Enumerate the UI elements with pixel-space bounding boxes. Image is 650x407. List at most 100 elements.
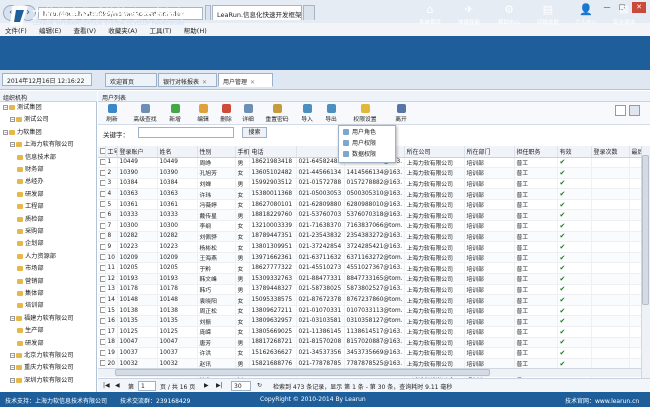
tab-bank-report[interactable]: 银行对帐报表 ✕: [158, 73, 217, 87]
tree-node[interactable]: − 重庆力软有限公司: [10, 363, 74, 372]
tree-toggle-icon[interactable]: −: [10, 365, 15, 371]
toolbar-button[interactable]: 离开: [392, 104, 410, 124]
table-row[interactable]: 11 10205 10205 于黔女 18627777322 021-45510273 45…: [98, 262, 641, 275]
navigation-button[interactable]: ✈ 快捷导航: [452, 2, 486, 33]
row-checkbox[interactable]: [100, 254, 104, 261]
tree-node[interactable]: 总经办: [17, 177, 44, 186]
toolbar-button[interactable]: 新增: [165, 104, 185, 124]
column-header[interactable]: 性别: [197, 146, 236, 158]
tree-node[interactable]: − 福建力软有限公司: [10, 314, 74, 323]
tree-node[interactable]: 信息技术部: [17, 153, 56, 162]
row-checkbox[interactable]: [100, 317, 104, 324]
tree-node[interactable]: 集体部: [17, 289, 44, 298]
row-checkbox[interactable]: [100, 307, 104, 314]
tree-node[interactable]: − 上海力软有限公司: [10, 140, 74, 149]
row-checkbox[interactable]: [100, 286, 104, 293]
column-header[interactable]: 所在部门: [464, 146, 515, 158]
home-button[interactable]: ⌂ 系统首页: [413, 2, 447, 33]
close-tab-icon[interactable]: ✕: [202, 79, 207, 86]
table-row[interactable]: 16 10135 10135 刘振女 13809632957 021-03103581 03…: [98, 315, 641, 327]
user-center-button[interactable]: 👤 个人中心: [569, 2, 603, 33]
row-checkbox[interactable]: [100, 296, 104, 303]
column-header[interactable]: [296, 146, 345, 158]
column-header[interactable]: 姓名: [157, 146, 198, 158]
column-header[interactable]: [98, 146, 106, 158]
close-tab-icon[interactable]: ✕: [250, 79, 255, 86]
column-header[interactable]: 担任职务: [514, 146, 558, 158]
table-row[interactable]: 18 10047 10047 唐芳男 18817268721 021-81570208 81…: [98, 337, 641, 349]
toolbar-button[interactable]: 高级查找: [131, 104, 159, 124]
menu-data-permission[interactable]: 数据权限: [343, 150, 376, 160]
tree-node[interactable]: 企划部: [17, 239, 44, 248]
table-row[interactable]: 3 10384 10384 刘婵男 15992903512 021-01572788 015…: [98, 178, 641, 190]
tree-node[interactable]: 质检部: [17, 215, 44, 224]
row-checkbox[interactable]: [100, 243, 104, 250]
tree-toggle-icon[interactable]: −: [10, 377, 15, 383]
tree-node[interactable]: 研发部: [17, 339, 44, 348]
tree-toggle-icon[interactable]: −: [10, 353, 15, 358]
tree-node[interactable]: − 深圳力软有限公司: [10, 376, 74, 385]
toolbar-button[interactable]: 重置密码: [262, 104, 292, 124]
prev-page-icon[interactable]: ◀: [115, 382, 120, 389]
row-checkbox[interactable]: [100, 201, 104, 208]
page-size-select[interactable]: 30: [231, 381, 251, 391]
tree-toggle-icon[interactable]: −: [10, 142, 15, 148]
column-header[interactable]: 登录次数: [591, 146, 630, 158]
column-header[interactable]: 登录账户: [117, 146, 158, 158]
table-row[interactable]: 19 10037 10037 许洪女 15162636627 021-34537356 34…: [98, 347, 641, 359]
row-checkbox[interactable]: [100, 264, 104, 271]
toolbar-button[interactable]: 编辑: [193, 104, 213, 124]
row-checkbox[interactable]: [100, 233, 104, 240]
tree-toggle-icon[interactable]: −: [3, 129, 8, 135]
tree-node[interactable]: − 测试公司: [10, 115, 49, 124]
search-input[interactable]: [138, 127, 234, 138]
horizontal-scroll-thumb[interactable]: [115, 369, 490, 376]
tree-toggle-icon[interactable]: −: [3, 105, 8, 110]
row-checkbox[interactable]: [100, 212, 104, 219]
view-grid-icon[interactable]: [615, 105, 626, 116]
table-row[interactable]: 9 10223 10223 杨彬松女 13801309951 021-37242854 37…: [98, 241, 641, 253]
refresh-pager-icon[interactable]: ↻: [257, 382, 262, 389]
table-row[interactable]: 2 10390 10390 孔旭芳女 13605102482 021-44566134 14…: [98, 167, 641, 179]
tree-node[interactable]: 营销部: [17, 277, 44, 286]
tree-node[interactable]: 市场部: [17, 264, 44, 273]
row-checkbox[interactable]: [100, 169, 104, 176]
table-row[interactable]: 13 10178 10178 韩巧男 13789448327 021-58738025 58…: [98, 284, 641, 296]
vertical-scroll-thumb[interactable]: [642, 155, 649, 305]
browser-tab[interactable]: LeaRun.信息化快速开发框架: [212, 5, 302, 20]
select-all-checkbox[interactable]: [100, 148, 104, 155]
table-row[interactable]: 10 10209 10209 王海燕男 13971662361 021-63711632 6…: [98, 252, 641, 264]
row-checkbox[interactable]: [100, 222, 104, 229]
table-row[interactable]: 5 10361 10361 冯薇婷女 18627080101 021-62809880 62…: [98, 199, 641, 211]
column-header[interactable]: 工号: [105, 146, 118, 158]
tree-node[interactable]: 采购部: [17, 227, 44, 236]
row-checkbox[interactable]: [100, 360, 104, 367]
tree-node[interactable]: − 北京力软有限公司: [10, 351, 74, 360]
table-row[interactable]: 17 10125 10125 庞嵘女 13805669025 021-11386145 11…: [98, 326, 641, 338]
toolbar-button[interactable]: 导出: [321, 104, 341, 124]
row-checkbox[interactable]: [100, 349, 104, 356]
tree-node[interactable]: 生产部: [17, 326, 44, 335]
next-page-icon[interactable]: ▶: [204, 382, 209, 389]
row-checkbox[interactable]: [100, 159, 104, 166]
row-checkbox[interactable]: [100, 180, 104, 187]
table-row[interactable]: 8 10282 10282 刘佩骅女 18789447351 021-23543832 23…: [98, 231, 641, 243]
row-checkbox[interactable]: [100, 190, 104, 197]
table-row[interactable]: 4 10363 10363 许玮女 15380011368 021-05003053 050…: [98, 188, 641, 200]
column-header[interactable]: 有效: [557, 146, 592, 158]
tree-node[interactable]: − 力软集团: [3, 128, 42, 137]
toolbar-button[interactable]: 删除: [216, 104, 236, 124]
logout-button[interactable]: ⊠ 安全退出: [607, 2, 641, 33]
tree-node[interactable]: − 测试集团: [3, 103, 42, 112]
table-row[interactable]: 15 10138 10138 周正松女 13809627211 021-01070331 0…: [98, 305, 641, 317]
row-checkbox[interactable]: [100, 275, 104, 282]
toolbar-button[interactable]: 刷新: [101, 104, 123, 124]
tab-user-management[interactable]: 用户管理 ✕: [218, 73, 273, 87]
column-header[interactable]: 最后: [629, 146, 641, 158]
table-row[interactable]: 7 10300 10300 李纲女 13210003339 021-71638370 716…: [98, 220, 641, 232]
tree-node[interactable]: 人力资源部: [17, 252, 56, 261]
search-button[interactable]: 搜索: [242, 127, 267, 138]
new-tab-button[interactable]: [303, 5, 315, 20]
tree-node[interactable]: 研发部: [17, 190, 44, 199]
column-header[interactable]: 所在公司: [404, 146, 465, 158]
